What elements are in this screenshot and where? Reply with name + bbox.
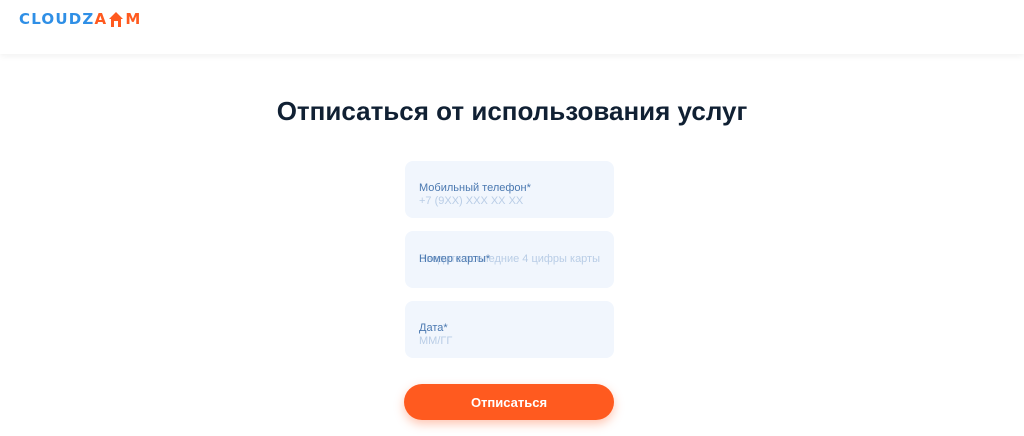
date-field[interactable]: ММ/ГГ Дата* <box>405 301 614 358</box>
cloudzaem-logo[interactable]: CLOUDZ A M <box>19 9 141 29</box>
header: CLOUDZ A M <box>0 0 1024 54</box>
card-number-label: Номер карты* <box>419 253 491 265</box>
date-placeholder: ММ/ГГ <box>419 335 453 347</box>
logo-text-m: M <box>125 10 142 28</box>
date-label: Дата* <box>419 322 448 334</box>
phone-placeholder: +7 (9XX) XXX XX XX <box>419 195 524 207</box>
page-title: Отписаться от использования услуг <box>276 96 748 126</box>
phone-label: Мобильный телефон* <box>419 182 531 194</box>
unsubscribe-button[interactable]: Отписаться <box>404 384 614 420</box>
phone-field[interactable]: +7 (9XX) XXX XX XX Мобильный телефон* <box>405 161 614 218</box>
house-icon <box>109 11 124 27</box>
logo-text-a: A <box>94 10 108 28</box>
card-number-field[interactable]: Введите последние 4 цифры карты Номер ка… <box>405 231 614 288</box>
logo-text-cloudz: CLOUDZ <box>19 10 95 28</box>
